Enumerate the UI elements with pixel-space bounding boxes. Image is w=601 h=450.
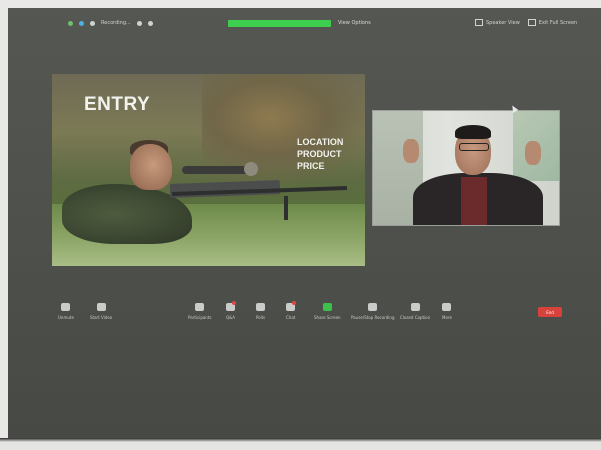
speaker-shirt	[461, 177, 487, 225]
video-camera-icon	[96, 303, 106, 311]
meeting-toolbar: Unmute Start Video Participants Q&A Poll…	[8, 301, 601, 333]
screen-bottom-shadow	[0, 438, 601, 442]
wall-top	[0, 0, 601, 8]
slide-list: LOCATION PRODUCT PRICE	[297, 136, 343, 172]
participants-button[interactable]: Participants	[188, 303, 212, 320]
unmute-label: Unmute	[58, 315, 74, 320]
start-video-button[interactable]: Start Video	[90, 303, 112, 320]
share-screen-button[interactable]: Share Screen	[314, 303, 341, 320]
meeting-top-bar: Recording... View Options Speaker View E…	[8, 16, 601, 36]
more-icon	[442, 303, 452, 311]
pause-stop-recording-label: Pause/Stop Recording	[351, 315, 395, 320]
share-screen-label: Share Screen	[314, 315, 341, 320]
slide-list-item: PRICE	[297, 161, 325, 171]
projected-screen: Recording... View Options Speaker View E…	[8, 8, 601, 438]
speaker-video-tile[interactable]	[372, 110, 560, 226]
rifle-scope-cap	[244, 162, 258, 176]
more-button[interactable]: More	[442, 303, 452, 320]
more-label: More	[442, 315, 452, 320]
top-right-controls: Speaker View Exit Full Screen	[475, 19, 577, 26]
polls-button[interactable]: Polls	[256, 303, 265, 320]
speaker-view-icon	[475, 19, 483, 26]
end-meeting-button[interactable]: End	[538, 307, 562, 317]
polls-label: Polls	[256, 315, 266, 320]
soldier-head	[130, 144, 172, 190]
microphone-icon	[61, 303, 71, 311]
rifle-scope	[182, 166, 252, 174]
notification-badge	[232, 301, 237, 305]
exit-full-screen-icon	[527, 19, 536, 26]
speaker-right-hand	[525, 141, 541, 165]
pause-icon[interactable]	[136, 20, 142, 26]
start-video-label: Start Video	[90, 315, 113, 320]
stop-icon[interactable]	[147, 20, 153, 26]
polls-icon	[256, 303, 266, 311]
unmute-button[interactable]: Unmute	[58, 303, 74, 320]
share-screen-icon	[322, 303, 332, 311]
pause-stop-recording-icon	[368, 303, 378, 311]
record-icon	[90, 20, 95, 26]
qa-label: Q&A	[226, 315, 236, 320]
closed-caption-icon	[410, 303, 420, 311]
wall-bottom	[0, 438, 601, 450]
closed-caption-label: Closed Caption	[400, 315, 431, 320]
wall-left	[0, 0, 8, 450]
closed-caption-button[interactable]: Closed Caption	[400, 303, 430, 320]
info-icon[interactable]	[79, 20, 84, 26]
slide-title: ENTRY	[84, 94, 151, 115]
slide-list-item: PRODUCT	[297, 149, 342, 159]
chat-button[interactable]: Chat	[286, 301, 297, 320]
speaker-hair	[455, 125, 491, 139]
notification-badge	[292, 301, 297, 305]
chat-label: Chat	[286, 315, 296, 320]
participants-label: Participants	[188, 315, 212, 320]
speaker-view-button[interactable]: Speaker View	[475, 19, 520, 26]
photo-background: Recording... View Options Speaker View E…	[0, 0, 601, 450]
shared-slide: ENTRY LOCATION PRODUCT PRICE	[52, 74, 365, 266]
security-icon[interactable]	[68, 20, 73, 26]
slide-list-item: LOCATION	[297, 137, 344, 147]
exit-full-screen-label: Exit Full Screen	[538, 19, 578, 26]
qa-button[interactable]: Q&A	[226, 301, 237, 320]
speaker-glasses	[459, 143, 489, 151]
screen-share-indicator-bar[interactable]	[228, 20, 331, 27]
view-options-button[interactable]: View Options	[338, 20, 371, 26]
speaker-left-hand	[403, 139, 419, 163]
top-left-controls: Recording...	[68, 20, 153, 26]
speaker-view-label: Speaker View	[486, 19, 520, 26]
exit-full-screen-button[interactable]: Exit Full Screen	[527, 19, 578, 26]
pause-stop-recording-button[interactable]: Pause/Stop Recording	[351, 303, 394, 320]
rifle-bipod	[284, 196, 288, 220]
participants-icon	[195, 303, 205, 311]
recording-label: Recording...	[101, 20, 131, 26]
